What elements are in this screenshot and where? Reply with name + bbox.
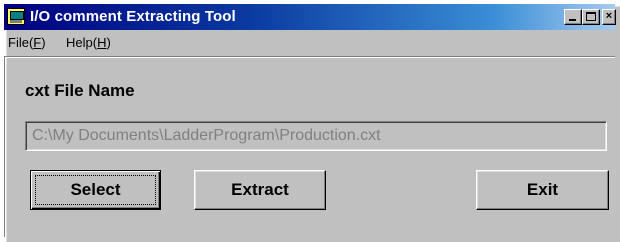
close-button[interactable]: × — [602, 9, 616, 25]
extract-button-label: Extract — [231, 180, 289, 199]
menu-bar: File(F) Help(H) — [4, 32, 615, 54]
title-bar[interactable]: I/O comment Extracting Tool × — [4, 4, 616, 30]
cxt-file-name-label: cxt File Name — [25, 81, 135, 100]
menu-file-label: File — [8, 35, 29, 50]
focus-rect — [35, 175, 156, 205]
select-button[interactable]: Select — [30, 170, 161, 210]
window-title: I/O comment Extracting Tool — [30, 8, 236, 25]
maximize-button[interactable] — [582, 9, 600, 25]
menu-help-accel: H — [97, 35, 107, 50]
menu-help[interactable]: Help(H) — [66, 35, 111, 50]
cxt-file-path-field[interactable]: C:\My Documents\LadderProgram\Production… — [25, 121, 607, 151]
minimize-icon — [569, 19, 576, 21]
maximize-icon — [586, 12, 596, 21]
menu-file-accel: F — [33, 35, 42, 50]
close-icon: × — [605, 10, 613, 22]
exit-button-label: Exit — [526, 180, 559, 199]
exit-button[interactable]: Exit — [476, 170, 609, 210]
minimize-button[interactable] — [564, 9, 582, 25]
menu-file[interactable]: File(F) — [8, 35, 46, 50]
extract-button[interactable]: Extract — [194, 170, 326, 210]
menu-help-label: Help — [66, 35, 93, 50]
app-icon[interactable] — [7, 8, 25, 25]
